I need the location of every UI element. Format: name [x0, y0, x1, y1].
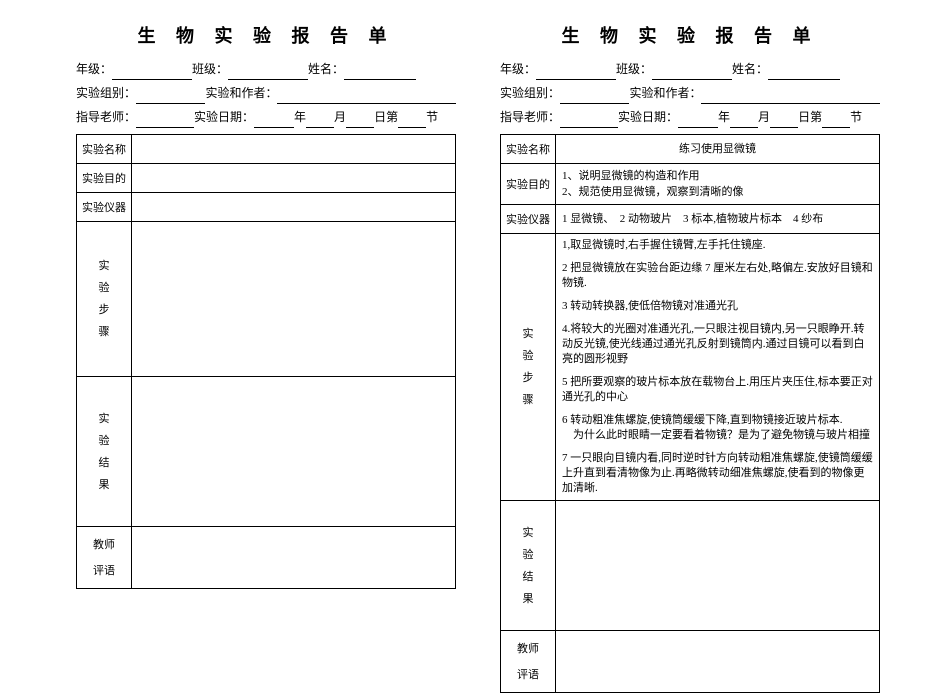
- page-title: 生 物 实 验 报 告 单: [76, 22, 456, 48]
- step-row[interactable]: 5 把所要观察的玻片标本放在载物台上.用压片夹压住,标本要正对通光孔的中心: [556, 371, 879, 409]
- day-label: 日第: [798, 106, 822, 128]
- name-label: 姓名：: [308, 58, 344, 80]
- name-label: 姓名：: [732, 58, 768, 80]
- step-row[interactable]: 7 一只眼向目镜内看,同时逆时针方向转动粗准焦螺旋,使镜筒缓缓上升直到看清物像为…: [556, 447, 879, 500]
- month-label: 月: [334, 106, 346, 128]
- purpose-cell[interactable]: 1、说明显微镜的构造和作用2、规范使用显微镜，观察到清晰的像: [556, 164, 880, 205]
- instruments-cell[interactable]: [132, 193, 456, 222]
- month-blank[interactable]: [306, 112, 334, 128]
- step-row[interactable]: 6 转动粗准焦螺旋,使镜筒缓缓下降,直到物镜接近玻片标本. 为什么此时眼睛一定要…: [556, 409, 879, 447]
- period-label: 节: [850, 106, 862, 128]
- year-label: 年: [718, 106, 730, 128]
- author-label: 实验和作者：: [629, 82, 701, 104]
- day-label: 日第: [374, 106, 398, 128]
- step-row[interactable]: 2 把显微镜放在实验台距边缘 7 厘米左右处,略偏左.安放好目镜和物镜.: [556, 257, 879, 295]
- step-row[interactable]: 4.将较大的光圈对准通光孔,一只眼注视目镜内,另一只眼睁开.转动反光镜,使光线通…: [556, 318, 879, 371]
- author-blank[interactable]: [701, 88, 880, 104]
- year-label: 年: [294, 106, 306, 128]
- right-form: 生 物 实 验 报 告 单 年级： 班级： 姓名： 实验组别： 实验和作者： 指…: [500, 22, 880, 693]
- results-cell[interactable]: [132, 377, 456, 527]
- exp-name-label: 实验名称: [501, 135, 556, 164]
- period-blank[interactable]: [822, 112, 850, 128]
- purpose-label: 实验目的: [77, 164, 132, 193]
- teacher-blank[interactable]: [136, 112, 194, 128]
- grade-blank[interactable]: [112, 64, 192, 80]
- step-row[interactable]: [132, 310, 455, 332]
- step-row[interactable]: [132, 244, 455, 266]
- teacher-comment-label: 教师评语: [77, 527, 132, 589]
- group-label: 实验组别：: [76, 82, 136, 104]
- purpose-label: 实验目的: [501, 164, 556, 205]
- name-blank[interactable]: [344, 64, 416, 80]
- step-row[interactable]: [132, 222, 455, 244]
- exp-name-cell[interactable]: 练习使用显微镜: [556, 135, 880, 164]
- teacher-label: 指导老师：: [76, 106, 136, 128]
- month-label: 月: [758, 106, 770, 128]
- teacher-label: 指导老师：: [500, 106, 560, 128]
- day-blank[interactable]: [770, 112, 798, 128]
- step-row[interactable]: 3 转动转换器,使低倍物镜对准通光孔: [556, 295, 879, 318]
- exp-name-cell[interactable]: [132, 135, 456, 164]
- author-blank[interactable]: [277, 88, 456, 104]
- name-blank[interactable]: [768, 64, 840, 80]
- group-blank[interactable]: [560, 88, 629, 104]
- teacher-comment-cell[interactable]: [556, 631, 880, 693]
- page-title: 生 物 实 验 报 告 单: [500, 22, 880, 48]
- grade-label: 年级：: [76, 58, 112, 80]
- teacher-blank[interactable]: [560, 112, 618, 128]
- group-blank[interactable]: [136, 88, 205, 104]
- right-table: 实验名称练习使用显微镜 实验目的1、说明显微镜的构造和作用2、规范使用显微镜，观…: [500, 134, 880, 693]
- instruments-label: 实验仪器: [501, 205, 556, 234]
- instruments-label: 实验仪器: [77, 193, 132, 222]
- steps-label: 实验步骤: [77, 222, 132, 377]
- teacher-comment-cell[interactable]: [132, 527, 456, 589]
- right-header: 年级： 班级： 姓名： 实验组别： 实验和作者： 指导老师： 实验日期：年 月 …: [500, 58, 880, 128]
- month-blank[interactable]: [730, 112, 758, 128]
- date-label: 实验日期：: [194, 106, 254, 128]
- results-label: 实验结果: [77, 377, 132, 527]
- step-row[interactable]: [132, 266, 455, 288]
- results-cell[interactable]: [556, 501, 880, 631]
- left-table: 实验名称 实验目的 实验仪器 实验步骤 实验结果: [76, 134, 456, 589]
- grade-label: 年级：: [500, 58, 536, 80]
- exp-name-label: 实验名称: [77, 135, 132, 164]
- period-label: 节: [426, 106, 438, 128]
- class-label: 班级：: [616, 58, 652, 80]
- step-row[interactable]: [132, 288, 455, 310]
- left-form: 生 物 实 验 报 告 单 年级： 班级： 姓名： 实验组别： 实验和作者： 指…: [76, 22, 456, 693]
- steps-subtable: 1,取显微镜时,右手握住镜臂,左手托住镜座. 2 把显微镜放在实验台距边缘 7 …: [556, 234, 879, 500]
- grade-blank[interactable]: [536, 64, 616, 80]
- teacher-comment-label: 教师评语: [501, 631, 556, 693]
- group-label: 实验组别：: [500, 82, 560, 104]
- results-label: 实验结果: [501, 501, 556, 631]
- class-blank[interactable]: [228, 64, 308, 80]
- steps-label: 实验步骤: [501, 234, 556, 501]
- purpose-cell[interactable]: [132, 164, 456, 193]
- steps-subtable: [132, 222, 455, 376]
- instruments-cell[interactable]: 1 显微镜、 2 动物玻片 3 标本,植物玻片标本 4 纱布: [556, 205, 880, 234]
- period-blank[interactable]: [398, 112, 426, 128]
- date-label: 实验日期：: [618, 106, 678, 128]
- step-row[interactable]: [132, 332, 455, 354]
- day-blank[interactable]: [346, 112, 374, 128]
- step-row[interactable]: 1,取显微镜时,右手握住镜臂,左手托住镜座.: [556, 234, 879, 257]
- left-header: 年级： 班级： 姓名： 实验组别： 实验和作者： 指导老师： 实验日期：年 月 …: [76, 58, 456, 128]
- step-row[interactable]: [132, 354, 455, 376]
- year-blank[interactable]: [254, 112, 294, 128]
- class-blank[interactable]: [652, 64, 732, 80]
- author-label: 实验和作者：: [205, 82, 277, 104]
- year-blank[interactable]: [678, 112, 718, 128]
- class-label: 班级：: [192, 58, 228, 80]
